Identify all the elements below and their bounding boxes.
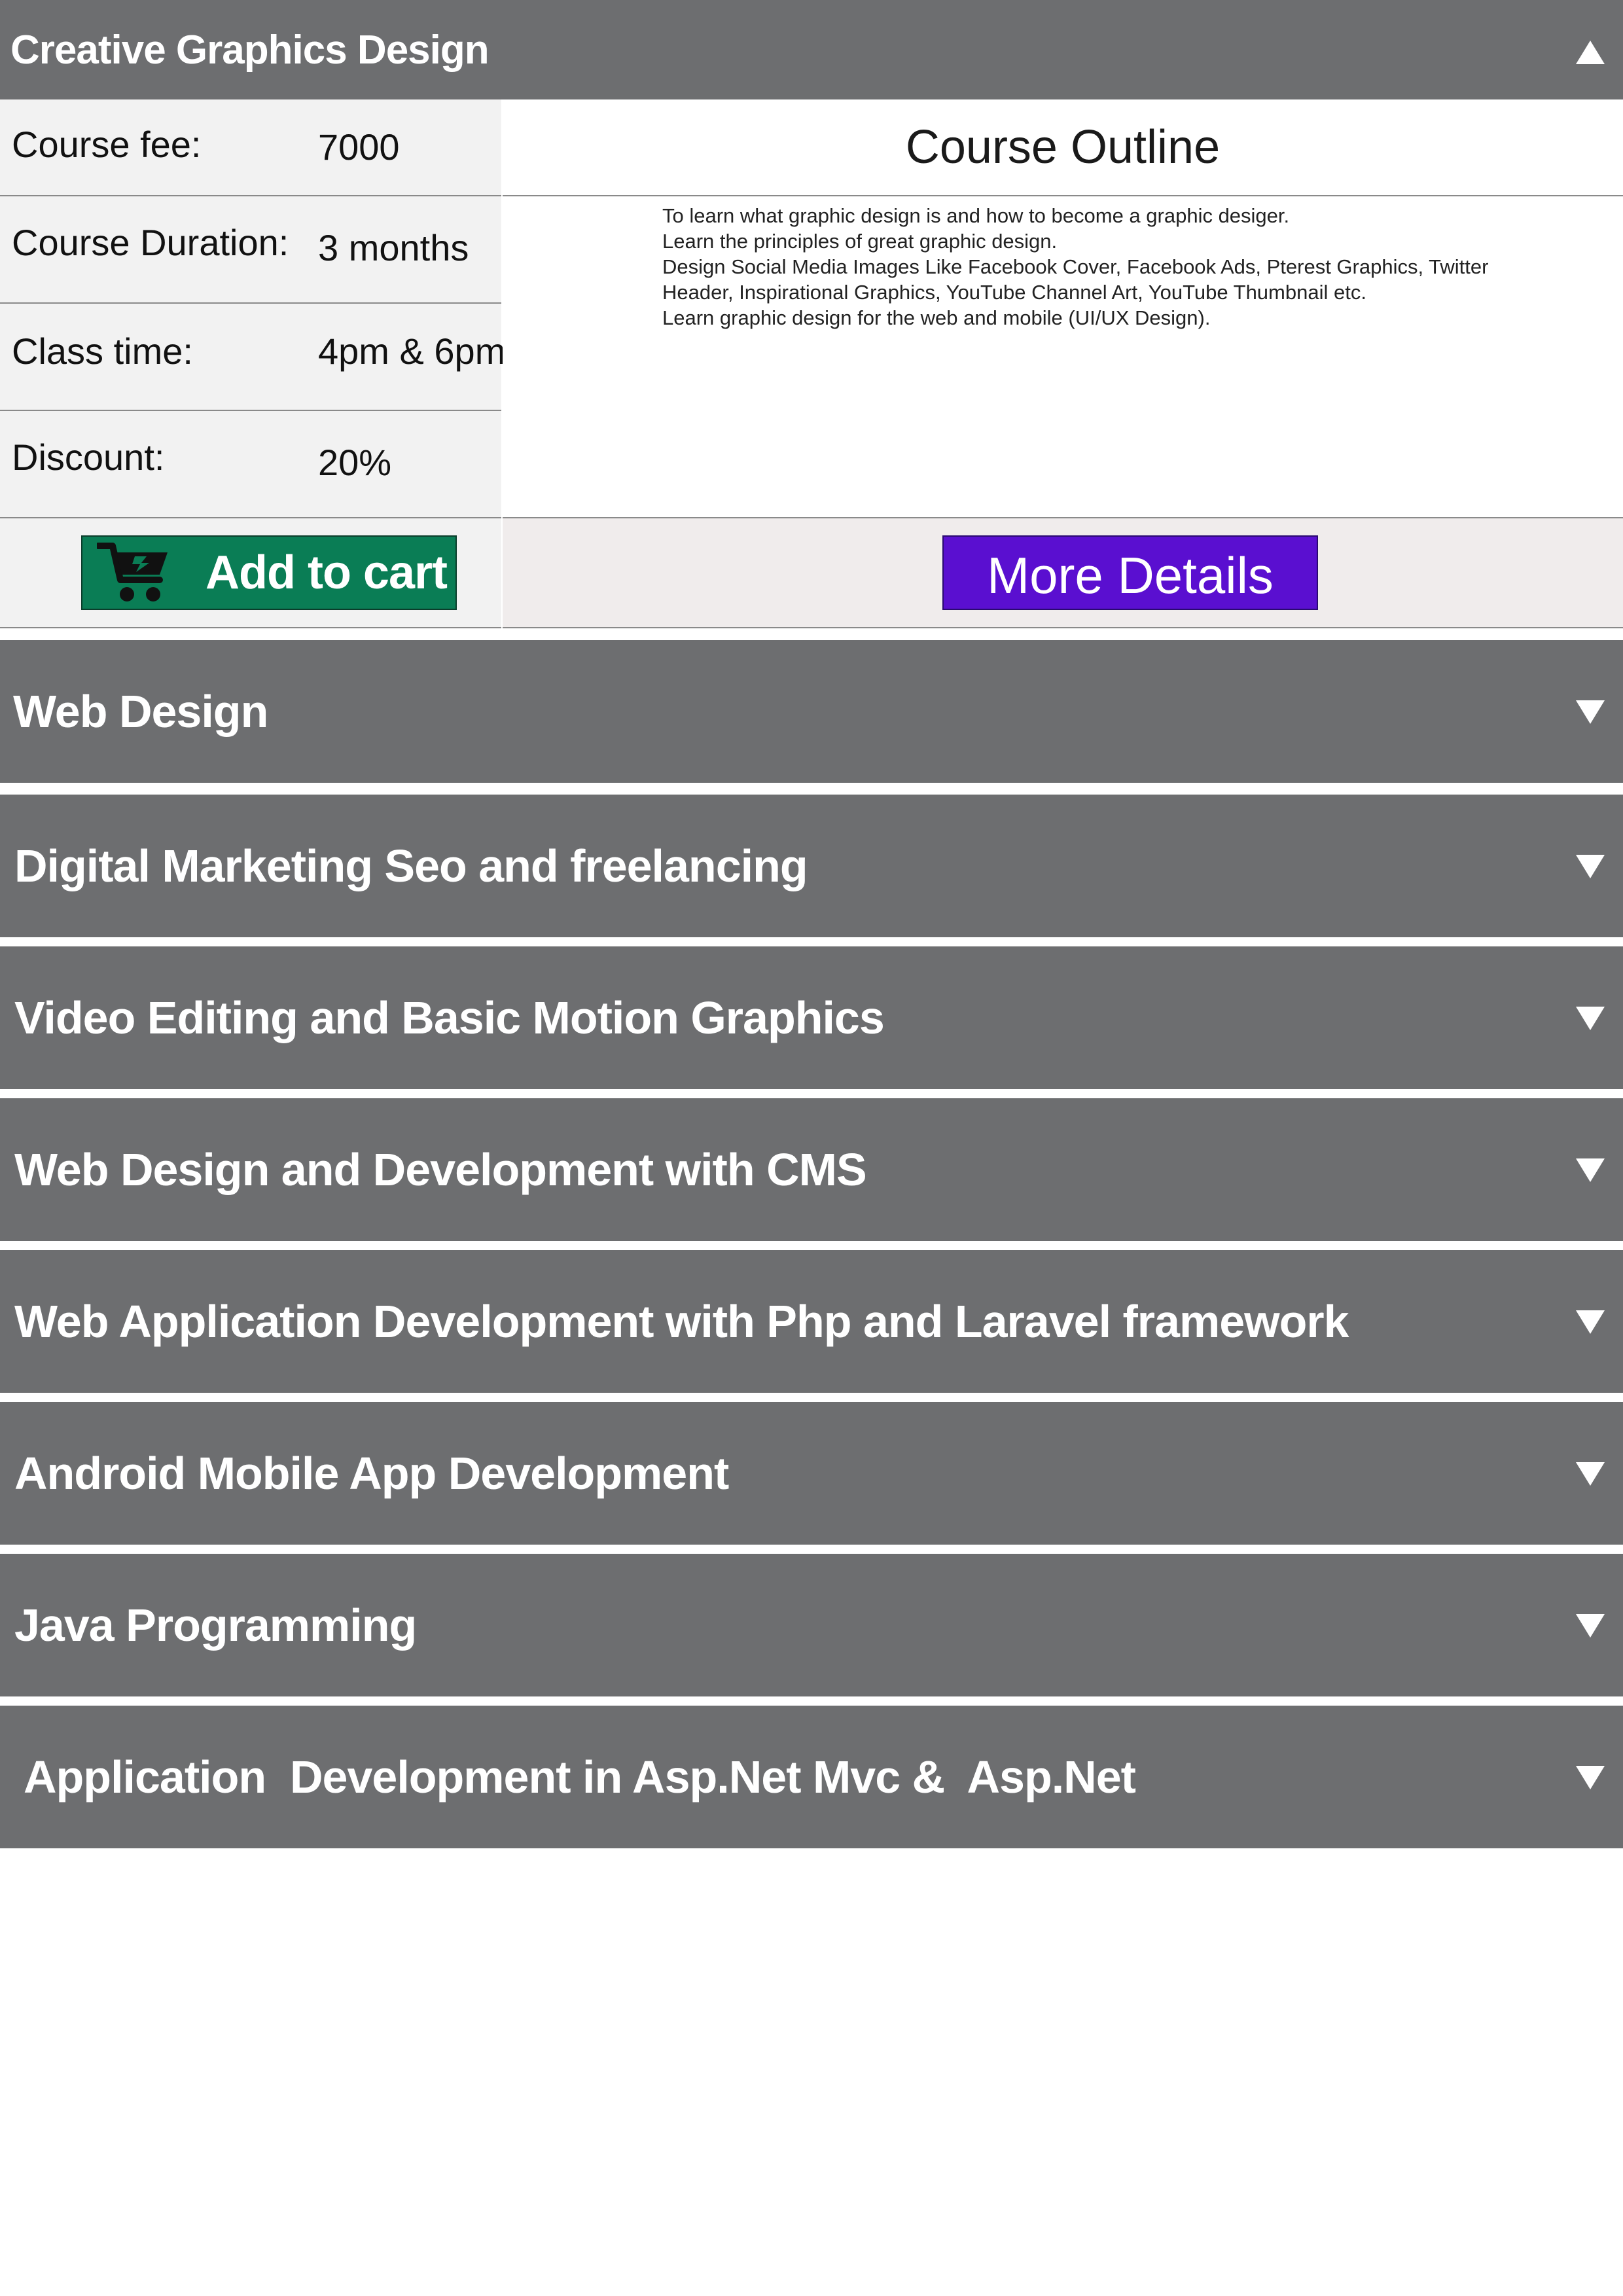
accordion-title: Creative Graphics Design	[10, 27, 490, 73]
info-label: Discount:	[12, 437, 165, 478]
info-label: Course Duration:	[12, 222, 289, 263]
info-value: 4pm & 6pm	[318, 331, 506, 372]
accordion-header-creative-graphics-design[interactable]: Creative Graphics Design	[0, 0, 1623, 99]
more-details-button[interactable]: More Details	[942, 535, 1318, 610]
outline-line: Design Social Media Images Like Facebook…	[662, 255, 1489, 278]
more-details-label: More Details	[987, 547, 1274, 604]
accordion-header-web-design-cms[interactable]: Web Design and Development with CMS	[0, 1098, 1623, 1241]
accordion-header-web-design[interactable]: Web Design	[0, 640, 1623, 783]
accordion-header-android[interactable]: Android Mobile App Development	[0, 1402, 1623, 1545]
triangle-down-icon[interactable]	[1576, 700, 1605, 724]
info-row-duration: Course Duration: 3 months	[0, 196, 501, 304]
accordion-title: Application Development in Asp.Net Mvc &…	[24, 1751, 1136, 1803]
info-label: Class time:	[12, 331, 193, 372]
triangle-up-icon[interactable]	[1576, 41, 1605, 64]
info-value: 3 months	[318, 227, 469, 268]
accordion-title: Web Design and Development with CMS	[14, 1144, 867, 1195]
outline-line: To learn what graphic design is and how …	[662, 204, 1290, 227]
triangle-down-icon[interactable]	[1576, 1007, 1605, 1030]
accordion-title: Web Application Development with Php and…	[14, 1296, 1349, 1347]
triangle-down-icon[interactable]	[1576, 1310, 1605, 1334]
accordion-header-aspnet[interactable]: Application Development in Asp.Net Mvc &…	[0, 1706, 1623, 1848]
accordion-title: Android Mobile App Development	[14, 1448, 729, 1499]
accordion-header-php-laravel[interactable]: Web Application Development with Php and…	[0, 1250, 1623, 1393]
outline-line: Learn graphic design for the web and mob…	[662, 306, 1211, 329]
triangle-down-icon[interactable]	[1576, 855, 1605, 878]
triangle-down-icon[interactable]	[1576, 1158, 1605, 1182]
info-row-fee: Course fee: 7000	[0, 99, 501, 196]
info-value: 7000	[318, 126, 400, 168]
triangle-down-icon[interactable]	[1576, 1614, 1605, 1638]
triangle-down-icon[interactable]	[1576, 1462, 1605, 1486]
accordion-header-video-editing[interactable]: Video Editing and Basic Motion Graphics	[0, 946, 1623, 1089]
accordion-title: Java Programming	[14, 1600, 417, 1651]
info-row-discount: Discount: 20%	[0, 411, 501, 518]
cart-icon	[97, 543, 168, 601]
outline-line: Header, Inspirational Graphics, YouTube …	[662, 281, 1366, 304]
accordion-header-digital-marketing[interactable]: Digital Marketing Seo and freelancing	[0, 795, 1623, 937]
accordion-title: Video Editing and Basic Motion Graphics	[14, 992, 885, 1043]
accordion-header-java[interactable]: Java Programming	[0, 1554, 1623, 1696]
triangle-down-icon[interactable]	[1576, 1766, 1605, 1789]
outline-line: Learn the principles of great graphic de…	[662, 230, 1058, 253]
add-to-cart-label: Add to cart	[205, 547, 448, 599]
info-row-class-time: Class time: 4pm & 6pm	[0, 304, 505, 411]
course-outline: Course Outline To learn what graphic des…	[503, 99, 1623, 518]
course-outline-title: Course Outline	[503, 99, 1623, 196]
info-label: Course fee:	[12, 124, 202, 165]
info-value: 20%	[318, 442, 392, 483]
accordion-title: Web Design	[13, 686, 268, 737]
accordion-title: Digital Marketing Seo and freelancing	[14, 840, 808, 891]
add-to-cart-button[interactable]: Add to cart	[81, 535, 457, 610]
course-outline-list: To learn what graphic design is and how …	[662, 203, 1578, 331]
course-detail-panel: Course fee: 7000 Course Duration: 3 mont…	[0, 99, 1623, 628]
